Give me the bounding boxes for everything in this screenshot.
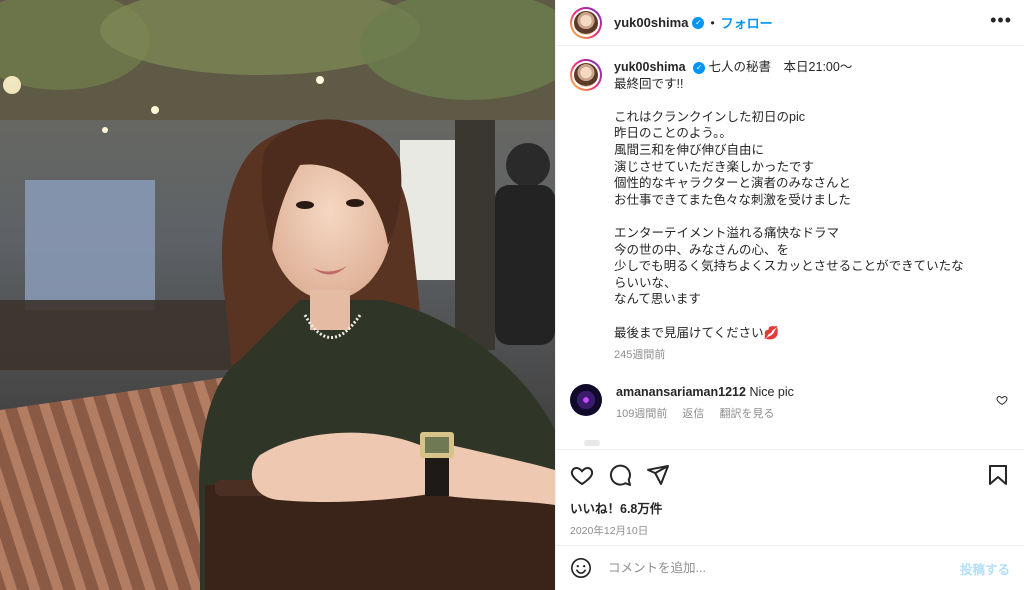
caption-body: yuk00shima ✓ 七人の秘書 本日21:00〜 最終回です!! これはク… [614, 59, 984, 364]
commenter-username[interactable]: amanansariaman1212 [616, 385, 746, 399]
next-comment-placeholder [584, 439, 600, 446]
kiss-emoji: 💋 [763, 325, 780, 340]
caption-author-avatar[interactable] [570, 59, 602, 91]
caption-line: 演じさせていただき楽しかったです [614, 159, 815, 174]
caption-line: エンターテイメント溢れる痛快なドラマ [614, 225, 840, 240]
heart-icon[interactable] [570, 463, 594, 487]
add-comment-bar: 投稿する [556, 545, 1024, 590]
caption-line: 風間三和を伸び伸び自由に [614, 142, 765, 157]
save-icon[interactable] [986, 463, 1010, 487]
follow-button[interactable]: フォロー [721, 13, 773, 32]
commenter-avatar[interactable] [570, 383, 602, 416]
author-username[interactable]: yuk00shima [614, 15, 688, 30]
comment-like-heart-icon[interactable] [996, 394, 1008, 406]
comment-input[interactable] [608, 561, 960, 575]
caption-line: なんて思います [614, 292, 701, 307]
post-actions: いいね！6.8万件 2020年12月10日 [556, 449, 1024, 545]
post-header: yuk00shima ✓ • フォロー ••• [556, 0, 1024, 46]
post-photo[interactable] [0, 0, 555, 590]
caption-timestamp[interactable]: 245週間前 [614, 347, 984, 364]
caption-line [614, 208, 984, 225]
action-icons [570, 462, 1010, 488]
author-avatar[interactable] [570, 6, 602, 39]
post-modal: yuk00shima ✓ • フォロー ••• yuk00shima ✓ 七人の… [0, 0, 1024, 590]
share-icon[interactable] [646, 463, 670, 487]
caption-line: 今の世の中、みなさんの心、を [614, 242, 790, 257]
caption-line: お仕事できてまた色々な刺激を受けました [614, 192, 851, 207]
comment-text: Nice pic [749, 384, 794, 399]
caption-line: らいいな、 [614, 275, 677, 290]
post-photo-image [0, 0, 555, 590]
header-separator: • [710, 15, 715, 30]
comments-scroll-area[interactable]: yuk00shima ✓ 七人の秘書 本日21:00〜 最終回です!! これはク… [556, 47, 1024, 449]
caption-text: 最後まで見届けてください [614, 325, 764, 340]
caption-line-0: yuk00shima ✓ 七人の秘書 本日21:00〜 [614, 59, 984, 76]
post-side-panel: yuk00shima ✓ • フォロー ••• yuk00shima ✓ 七人の… [555, 0, 1024, 590]
caption-line: 最終回です!! [614, 76, 684, 91]
post-comment-button[interactable]: 投稿する [960, 559, 1010, 578]
caption-line-last: 最後まで見届けてください💋 [614, 325, 984, 342]
translate-button[interactable]: 翻訳を見る [719, 408, 774, 420]
comment-meta: 109週間前 返信 翻訳を見る [616, 406, 794, 422]
caption: yuk00shima ✓ 七人の秘書 本日21:00〜 最終回です!! これはク… [570, 59, 1010, 364]
caption-text: 七人の秘書 本日21:00〜 [708, 60, 853, 74]
emoji-icon[interactable] [570, 557, 592, 579]
reply-button[interactable]: 返信 [682, 408, 704, 420]
caption-line: 個性的なキャラクターと演者のみなさんと [614, 176, 852, 191]
likes-count[interactable]: いいね！6.8万件 [570, 498, 1010, 517]
comment-icon[interactable] [608, 463, 632, 487]
comment-body: amanansariaman1212 Nice pic 109週間前 返信 翻訳… [616, 384, 794, 422]
comment-item: amanansariaman1212 Nice pic 109週間前 返信 翻訳… [570, 383, 1010, 422]
post-date[interactable]: 2020年12月10日 [570, 523, 1010, 538]
caption-username[interactable]: yuk00shima [614, 60, 686, 74]
caption-line [614, 308, 984, 325]
caption-verified-icon: ✓ [693, 61, 706, 74]
caption-line: 昨日のことのよう。。 [614, 126, 732, 141]
caption-line: 少しでも明るく気持ちよくスカッとさせることができていたな [614, 259, 964, 274]
more-icon[interactable]: ••• [990, 11, 1012, 29]
comment-timestamp[interactable]: 109週間前 [616, 408, 667, 420]
verified-icon: ✓ [692, 16, 705, 29]
caption-line [614, 92, 984, 109]
caption-line: これはクランクインした初日のpic [614, 109, 805, 124]
